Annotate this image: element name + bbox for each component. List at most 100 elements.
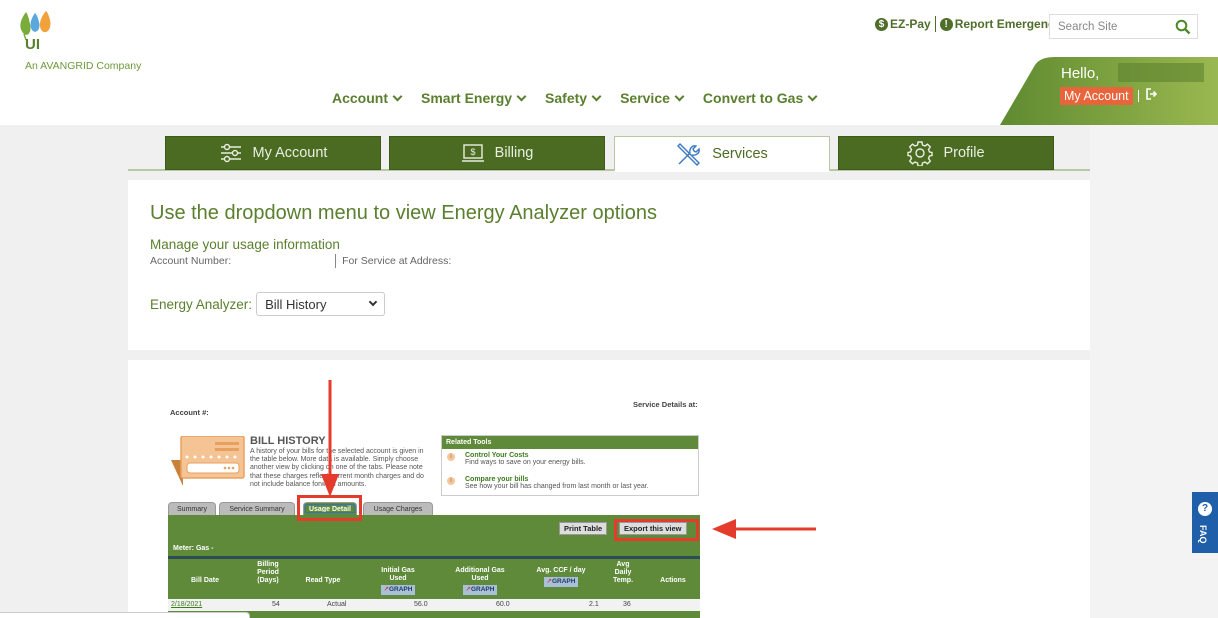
laptop-dollar-icon: $ [461, 144, 484, 162]
bottom-overlay-edge [0, 612, 250, 618]
meter-label: Meter: Gas - [173, 545, 214, 552]
banner-divider [1138, 90, 1139, 102]
tab-billing[interactable]: $ Billing [389, 136, 605, 170]
account-number-header: Account #: [170, 408, 209, 417]
col-label: Additional Gas Used [455, 567, 505, 582]
nav-convert-to-gas[interactable]: Convert to Gas [703, 90, 818, 106]
bill-card-icon [171, 436, 245, 486]
graph-button[interactable]: ↗GRAPH [543, 577, 579, 587]
report-emergency-label: Report Emergency [954, 17, 1062, 31]
page-title: Use the dropdown menu to view Energy Ana… [150, 202, 657, 224]
account-info-divider [335, 254, 337, 268]
bill-history-title: BILL HISTORY [250, 435, 326, 447]
chevron-down-icon [591, 91, 602, 101]
graph-button[interactable]: ↗GRAPH [462, 585, 498, 595]
exclamation-icon: ! [939, 17, 953, 31]
nav-service[interactable]: Service [620, 90, 685, 106]
left-arrow-annotation [712, 519, 816, 539]
my-account-button[interactable]: My Account [1060, 87, 1133, 105]
graph-label: GRAPH [551, 578, 576, 585]
tab-usage-charges[interactable]: Usage Charges [363, 502, 433, 515]
col-actions: Actions [660, 577, 686, 584]
bill-history-card: Account #: Service Details at: BILL HIST… [128, 360, 1090, 618]
col-additional-gas: Additional Gas Used ↗GRAPH [455, 567, 505, 595]
site-header: UI An AVANGRID Company $ EZ-Pay ! Report… [0, 0, 1218, 125]
tab-summary[interactable]: Summary [168, 502, 216, 515]
bill-history-description: A history of your bills for the selected… [250, 448, 424, 488]
related-tool-item: i Control Your Costs Find ways to save o… [442, 452, 698, 473]
nav-safety[interactable]: Safety [545, 90, 602, 106]
utility-divider [934, 16, 936, 32]
energy-analyzer-row: Energy Analyzer: Bill History [150, 292, 386, 316]
search-input[interactable] [1050, 15, 1165, 38]
cell-additional: 60.0 [496, 601, 510, 608]
table-row: 2/18/2021 54 Actual 56.0 60.0 2.1 36 [168, 599, 700, 611]
service-address-label: For Service at Address: [342, 255, 452, 267]
search-icon[interactable] [1175, 19, 1191, 40]
logo-tagline: An AVANGRID Company [25, 60, 142, 72]
faq-tab[interactable]: ? FAQ [1192, 492, 1218, 553]
down-arrow-annotation [321, 380, 339, 497]
nav-label: Account [332, 90, 388, 106]
bill-date-link[interactable]: 2/18/2021 [171, 601, 202, 608]
tab-service-summary[interactable]: Service Summary [219, 502, 295, 515]
col-label: Initial Gas Used [381, 567, 415, 582]
col-billing-period: Billing Period (Days) [257, 561, 279, 584]
nav-smart-energy[interactable]: Smart Energy [421, 90, 527, 106]
select-value: Bill History [265, 296, 327, 312]
utility-links: $ EZ-Pay ! Report Emergency [875, 16, 1061, 32]
dollar-icon: $ [875, 17, 888, 31]
tab-label: Profile [943, 145, 985, 161]
print-table-button[interactable]: Print Table [559, 522, 608, 535]
related-tool-desc: Find ways to save on your energy bills. [465, 459, 586, 466]
greeting-banner: Hello, My Account [1000, 57, 1218, 125]
cell-read-type: Actual [327, 601, 347, 608]
graph-label: GRAPH [388, 586, 413, 593]
user-name-redacted [1118, 63, 1204, 82]
question-icon: ? [1198, 502, 1212, 516]
faq-label: FAQ [1198, 525, 1208, 544]
export-highlight [614, 519, 699, 541]
report-emergency-link[interactable]: ! Report Emergency [939, 17, 1062, 31]
info-icon: i [447, 477, 455, 485]
svg-text:$: $ [470, 147, 475, 157]
usage-detail-highlight [297, 495, 362, 521]
chevron-down-icon [516, 91, 527, 101]
energy-analyzer-label: Energy Analyzer: [150, 296, 253, 312]
nav-label: Safety [545, 90, 588, 106]
control-costs-link[interactable]: Control Your Costs [465, 452, 698, 459]
nav-label: Smart Energy [421, 90, 513, 106]
tab-profile[interactable]: Profile [838, 136, 1054, 170]
col-initial-gas: Initial Gas Used ↗GRAPH [373, 567, 423, 595]
tab-services[interactable]: Services [614, 136, 830, 172]
tab-label: Services [712, 145, 768, 162]
energy-analyzer-select[interactable]: Bill History [256, 292, 386, 316]
chevron-down-icon [392, 91, 403, 101]
related-tool-item: i Compare your bills See how your bill h… [442, 476, 698, 497]
col-avg-temp: Avg Daily Temp. [612, 561, 634, 584]
graph-button[interactable]: ↗GRAPH [380, 585, 416, 595]
account-info-line: Account Number: For Service at Address: [150, 254, 451, 268]
ezpay-label: EZ-Pay [890, 17, 931, 31]
related-tool-desc: See how your bill has changed from last … [465, 483, 649, 490]
nav-account[interactable]: Account [332, 90, 403, 106]
related-tools-heading: Related Tools [442, 436, 698, 449]
main-nav: Account Smart Energy Safety Service Conv… [332, 90, 818, 106]
col-bill-date: Bill Date [190, 577, 219, 584]
info-icon: i [447, 453, 455, 461]
compare-bills-link[interactable]: Compare your bills [465, 476, 698, 483]
ezpay-link[interactable]: $ EZ-Pay [875, 17, 931, 31]
gear-icon [907, 141, 934, 166]
chevron-down-icon [674, 91, 685, 101]
logo-text: UI [25, 36, 40, 53]
nav-label: Service [620, 90, 670, 106]
table-header: Bill Date Billing Period (Days) Read Typ… [168, 559, 700, 599]
energy-analyzer-card: Use the dropdown menu to view Energy Ana… [128, 180, 1090, 350]
graph-label: GRAPH [470, 586, 495, 593]
related-tools-box: Related Tools i Control Your Costs Find … [441, 435, 699, 496]
col-avg-ccf: Avg. CCF / day ↗GRAPH [536, 567, 586, 587]
chevron-down-icon [807, 91, 818, 101]
cell-initial: 56.0 [414, 601, 428, 608]
sliders-icon [220, 143, 241, 163]
tab-my-account[interactable]: My Account [165, 136, 381, 170]
